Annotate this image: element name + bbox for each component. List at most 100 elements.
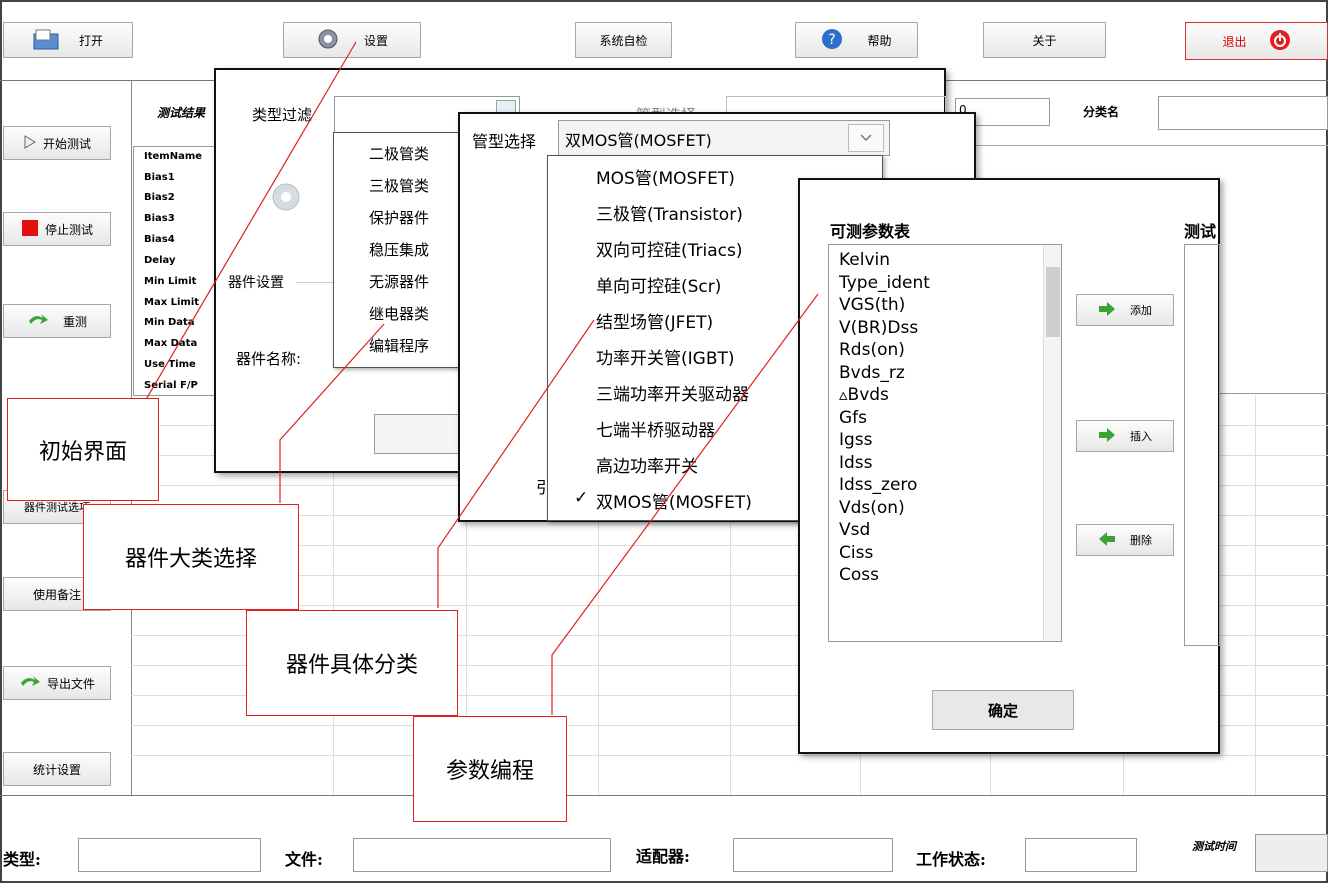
param-item[interactable]: Coss [839, 564, 930, 587]
gear-icon [266, 180, 306, 217]
callout-subcategory: 器件具体分类 [246, 610, 458, 716]
menu-item-transistor[interactable]: 三极管(Transistor) [596, 200, 743, 225]
result-row: Bias4 [144, 234, 175, 245]
selftest-label: 系统自检 [599, 33, 648, 48]
result-row: Max Data [144, 338, 198, 349]
param-item[interactable]: Vsd [839, 519, 930, 542]
help-button[interactable]: ? 帮助 [795, 22, 918, 58]
param-item[interactable]: Idss_zero [839, 474, 930, 497]
menu-item-diode[interactable]: 二极管类 [369, 143, 429, 164]
test-listbox[interactable] [1184, 244, 1220, 646]
param-item[interactable]: Vds(on) [839, 497, 930, 520]
ok-label: 确定 [987, 701, 1018, 720]
param-item[interactable]: Rds(on) [839, 339, 930, 362]
delete-button[interactable]: 删除 [1076, 524, 1174, 556]
exit-button[interactable]: 退出 [1185, 22, 1328, 60]
svg-text:?: ? [829, 32, 836, 48]
results-title: 测试结果 [157, 106, 206, 120]
param-item[interactable]: Idss [839, 452, 930, 475]
menu-item-regulator[interactable]: 稳压集成 [369, 239, 429, 260]
open-button[interactable]: 打开 [3, 22, 133, 58]
retest-button[interactable]: 重测 [3, 304, 111, 338]
result-row: Max Limit [144, 297, 200, 308]
start-test-button[interactable]: 开始测试 [3, 126, 111, 160]
insert-button[interactable]: 插入 [1076, 420, 1174, 452]
ok-button[interactable]: 确定 [932, 690, 1074, 730]
test-time-field[interactable] [1255, 834, 1328, 872]
scrollbar-thumb[interactable] [1046, 267, 1060, 337]
settings-button[interactable]: 设置 [283, 22, 421, 58]
selftest-button[interactable]: 系统自检 [575, 22, 672, 58]
menu-item-edit-program[interactable]: 编辑程序 [369, 335, 429, 356]
result-row: Use Time [144, 359, 196, 370]
param-item[interactable]: Gfs [839, 407, 930, 430]
header-divider [940, 145, 1328, 146]
tube-select-combo[interactable]: 双MOS管(MOSFET) [558, 120, 890, 156]
type-field[interactable] [78, 838, 261, 872]
callout-param-programming: 参数编程 [413, 716, 567, 822]
result-row: Bias3 [144, 213, 175, 224]
menu-item-igbt[interactable]: 功率开关管(IGBT) [596, 344, 735, 369]
file-label: 文件: [285, 850, 323, 869]
stats-settings-button[interactable]: 统计设置 [3, 752, 111, 786]
param-item[interactable]: V(BR)Dss [839, 317, 930, 340]
test-time-label: 测试时间 [1192, 840, 1236, 853]
param-item[interactable]: Kelvin [839, 249, 930, 272]
menu-item-protection[interactable]: 保护器件 [369, 207, 429, 228]
param-item[interactable]: Bvds_rz [839, 362, 930, 385]
export-label: 导出文件 [46, 676, 95, 691]
result-row: ItemName [144, 151, 203, 162]
open-label: 打开 [78, 33, 103, 48]
status-divider [0, 795, 1328, 796]
params-scrollbar[interactable] [1043, 245, 1061, 641]
export-button[interactable]: 导出文件 [3, 666, 111, 700]
menu-item-relay[interactable]: 继电器类 [369, 303, 429, 324]
menu-item-high-side[interactable]: 高边功率开关 [596, 452, 698, 477]
result-row: Serial F/P [144, 380, 198, 391]
stats-settings-label: 统计设置 [32, 762, 81, 777]
menu-item-passive[interactable]: 无源器件 [369, 271, 429, 292]
params-listbox[interactable]: Kelvin Type_ident VGS(th) V(BR)Dss Rds(o… [828, 244, 1062, 642]
menu-item-triacs[interactable]: 双向可控硅(Triacs) [596, 236, 742, 261]
menu-item-mosfet[interactable]: MOS管(MOSFET) [596, 164, 735, 189]
callout-initial-ui: 初始界面 [7, 398, 159, 501]
about-button[interactable]: 关于 [983, 22, 1106, 58]
category-name-label: 分类名 [1083, 105, 1120, 119]
menu-item-dual-mosfet[interactable]: 双MOS管(MOSFET) [596, 488, 752, 513]
result-row: Delay [144, 255, 176, 266]
category-name-field[interactable] [1158, 96, 1328, 130]
play-icon [23, 134, 37, 152]
stop-test-label: 停止测试 [44, 222, 93, 237]
param-item[interactable]: Ciss [839, 542, 930, 565]
chevron-down-icon[interactable] [848, 124, 884, 152]
device-settings-label: 器件设置 [228, 275, 284, 291]
green-arrow-icon [27, 312, 49, 331]
arrow-left-icon [1098, 531, 1116, 549]
menu-item-scr[interactable]: 单向可控硅(Scr) [596, 272, 721, 297]
help-icon: ? [821, 28, 843, 53]
param-item[interactable]: Type_ident [839, 272, 930, 295]
work-state-field[interactable] [1025, 838, 1137, 872]
menu-item-3pin-driver[interactable]: 三端功率开关驱动器 [596, 380, 749, 405]
exit-label: 退出 [1222, 34, 1247, 49]
work-state-label: 工作状态: [916, 850, 986, 869]
param-item[interactable]: Igss [839, 429, 930, 452]
param-item[interactable]: VGS(th) [839, 294, 930, 317]
stop-test-button[interactable]: 停止测试 [3, 212, 111, 246]
param-item[interactable]: ▵Bvds [839, 384, 930, 407]
file-field[interactable] [353, 838, 611, 872]
arrow-right-icon [1098, 427, 1116, 445]
device-options-label: 器件测试选项 [24, 501, 90, 514]
about-label: 关于 [1032, 33, 1057, 48]
menu-item-7pin-driver[interactable]: 七端半桥驱动器 [596, 416, 715, 441]
result-row: Min Data [144, 317, 195, 328]
adapter-field[interactable] [733, 838, 893, 872]
green-arrow-icon [19, 674, 41, 693]
folder-icon [33, 28, 59, 53]
add-button[interactable]: 添加 [1076, 294, 1174, 326]
category-menu: 二极管类 三极管类 保护器件 稳压集成 无源器件 继电器类 编辑程序 [333, 132, 460, 368]
menu-item-jfet[interactable]: 结型场管(JFET) [596, 308, 713, 333]
menu-item-transistor[interactable]: 三极管类 [369, 175, 429, 196]
arrow-right-icon [1098, 301, 1116, 319]
gear-icon [316, 27, 340, 54]
